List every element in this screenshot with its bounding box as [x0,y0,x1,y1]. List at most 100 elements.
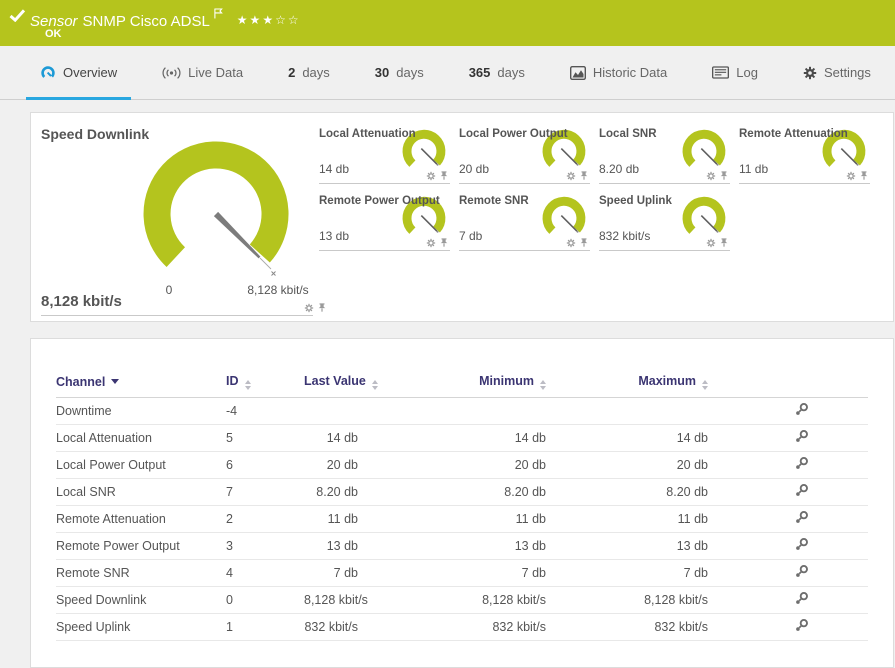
mini-gauge-local-attenuation: Local Attenuation 14 db [319,127,450,184]
edit-channel-icon[interactable] [794,429,809,444]
priority-flag-icon[interactable] [214,6,223,23]
tab-label: days [396,65,424,80]
channel-name[interactable]: Remote Power Output [56,532,226,560]
mini-gauge-value: 8.20 db [599,162,640,176]
channel-id: 5 [226,424,304,452]
mini-gauge-local-snr: Local SNR 8.20 db [599,127,730,184]
column-header-last-value[interactable]: Last Value [304,367,378,398]
channel-minimum: 11 db [366,505,554,533]
channel-name[interactable]: Remote SNR [56,559,226,587]
channel-id: 4 [226,559,304,587]
channel-id: 7 [226,478,304,506]
tab-label: Live Data [188,65,244,80]
gear-icon[interactable] [706,171,716,181]
channel-minimum: 20 db [366,451,554,479]
panel-actions [846,170,869,181]
tab-365-days[interactable]: 365 days [455,46,539,99]
table-row-local-snr: Local SNR 7 8.20 db 8.20 db 8.20 db [56,478,868,506]
channel-minimum [366,397,554,425]
tab-label: days [302,65,330,80]
channel-name[interactable]: Local Attenuation [56,424,226,452]
sort-icon [540,379,546,390]
speed-downlink-gauge-panel: Speed Downlink 0 8,128 kbit/s 8,128 kbit… [41,113,326,316]
mini-gauge-title: Local Power Output [459,128,568,140]
mini-gauge-title: Local Attenuation [319,128,416,140]
sort-desc-icon [111,378,120,384]
pin-icon[interactable] [719,170,729,181]
tab-2-days[interactable]: 2 days [274,46,344,99]
channel-name[interactable]: Local Power Output [56,451,226,479]
gauge-dial [143,141,289,276]
table-row-speed-uplink: Speed Uplink 1 832 kbit/s 832 kbit/s 832… [56,613,868,641]
pin-icon[interactable] [579,170,589,181]
tab-label: Historic Data [592,65,668,80]
tab-log[interactable]: Log [698,46,772,99]
column-header-id[interactable]: ID [226,367,304,398]
panel-actions [566,170,589,181]
gauge-icon [41,65,55,78]
edit-channel-icon[interactable] [794,537,809,552]
tab-30-days[interactable]: 30 days [361,46,438,99]
table-row-local-power-output: Local Power Output 6 20 db 20 db 20 db [56,451,868,479]
channel-id: 3 [226,532,304,560]
tab-overview[interactable]: Overview [26,46,132,100]
channel-last-value: 832 kbit/s [304,613,366,641]
gear-icon[interactable] [304,303,314,313]
gear-icon[interactable] [426,238,436,248]
table-row-remote-attenuation: Remote Attenuation 2 11 db 11 db 11 db [56,505,868,533]
sensor-status-bar: Sensor SNMP Cisco ADSL ★★★☆☆ OK [0,0,895,46]
column-header-channel[interactable]: Channel [56,367,226,398]
pin-icon[interactable] [719,237,729,248]
mini-gauge-title: Remote SNR [459,195,529,207]
edit-channel-icon[interactable] [794,591,809,606]
column-header-minimum[interactable]: Minimum [366,367,554,398]
channel-id: 1 [226,613,304,641]
broadcast-icon [162,66,181,79]
channel-name[interactable]: Downtime [56,397,226,425]
edit-channel-icon[interactable] [794,564,809,579]
gear-icon[interactable] [706,238,716,248]
channel-name[interactable]: Speed Downlink [56,586,226,614]
sort-icon [702,379,708,390]
sensor-tab-bar: Overview Live Data 2 days 30 days 365 da… [0,46,895,100]
edit-channel-icon[interactable] [794,456,809,471]
edit-channel-icon[interactable] [794,483,809,498]
pin-icon[interactable] [579,237,589,248]
tab-settings[interactable]: Settings [789,46,885,99]
priority-stars[interactable]: ★★★☆☆ [237,13,301,27]
channel-id: -4 [226,397,304,425]
edit-channel-icon[interactable] [794,618,809,633]
tab-historic-data[interactable]: Historic Data [556,46,681,99]
pin-icon[interactable] [439,237,449,248]
channel-last-value [304,397,366,425]
edit-channel-icon[interactable] [794,402,809,417]
status-ok-check-icon [9,9,26,27]
column-header-maximum[interactable]: Maximum [554,367,716,398]
pin-icon[interactable] [439,170,449,181]
gear-icon[interactable] [846,171,856,181]
gauge-scale-max: 8,128 kbit/s [247,283,309,297]
edit-channel-icon[interactable] [794,510,809,525]
mini-gauge-speed-uplink: Speed Uplink 832 kbit/s [599,194,730,251]
gear-icon[interactable] [566,238,576,248]
tab-label: Overview [63,65,118,80]
channel-last-value: 11 db [304,505,366,533]
tab-live-data[interactable]: Live Data [148,46,257,99]
tab-number: 30 [374,65,390,80]
gauge-scale-min: 0 [165,283,173,297]
pin-icon[interactable] [859,170,869,181]
tab-label: Log [736,65,758,80]
stars-filled: ★★★ [236,13,276,27]
table-row-downtime: Downtime -4 [56,397,868,425]
mini-gauge-value: 832 kbit/s [599,229,651,243]
channel-minimum: 13 db [366,532,554,560]
channel-name[interactable]: Speed Uplink [56,613,226,641]
pin-icon[interactable] [317,302,327,313]
tab-label: days [497,65,525,80]
channel-maximum: 8.20 db [554,478,716,506]
gear-icon[interactable] [426,171,436,181]
channel-name[interactable]: Local SNR [56,478,226,506]
channel-name[interactable]: Remote Attenuation [56,505,226,533]
channel-minimum: 8,128 kbit/s [366,586,554,614]
gear-icon[interactable] [566,171,576,181]
